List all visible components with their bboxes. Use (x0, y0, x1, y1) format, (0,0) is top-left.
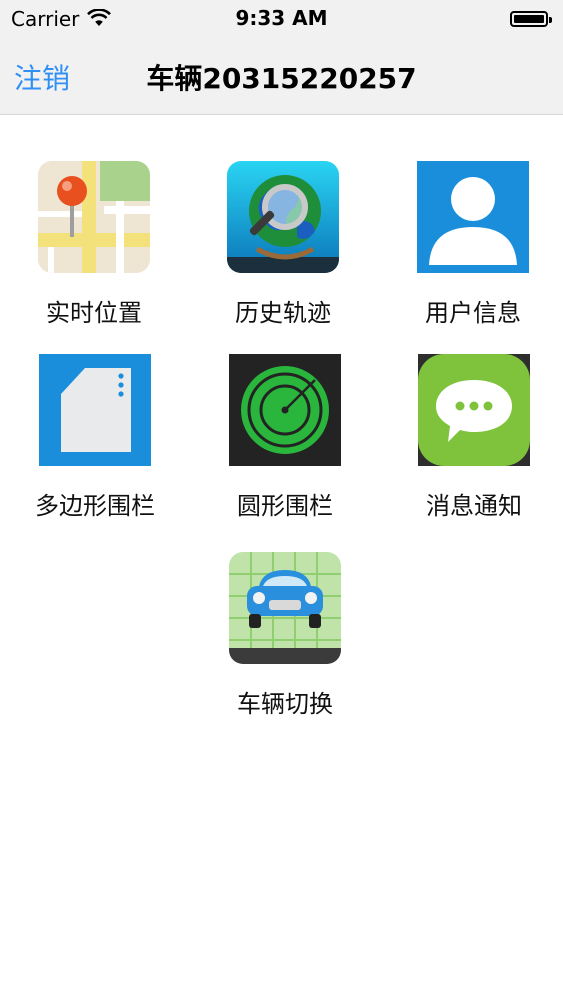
map-pin-icon (38, 161, 150, 273)
menu-item-circle-fence[interactable]: 圆形围栏 (190, 354, 380, 521)
menu-item-realtime-location[interactable]: 实时位置 (0, 161, 189, 328)
menu-item-label: 用户信息 (425, 299, 521, 327)
globe-magnifier-icon (227, 161, 339, 273)
polygon-document-icon (39, 354, 151, 466)
menu-item-label: 实时位置 (46, 299, 142, 327)
user-icon (417, 161, 529, 273)
message-bubble-icon (418, 354, 530, 466)
menu-item-label: 圆形围栏 (237, 492, 333, 520)
radar-icon (229, 354, 341, 466)
menu-item-history-track[interactable]: 历史轨迹 (188, 161, 378, 328)
menu-item-label: 车辆切换 (237, 690, 333, 718)
menu-item-user-info[interactable]: 用户信息 (378, 161, 563, 328)
menu-grid: 实时位置 历史轨迹 用户信息 多边形围栏 圆形围栏 消息通知 车辆切换 (0, 0, 563, 1000)
menu-item-message-notice[interactable]: 消息通知 (379, 354, 563, 521)
menu-item-switch-vehicle[interactable]: 车辆切换 (190, 552, 380, 719)
menu-item-label: 历史轨迹 (235, 299, 331, 327)
menu-item-label: 多边形围栏 (35, 492, 155, 520)
car-icon (229, 552, 341, 664)
menu-item-polygon-fence[interactable]: 多边形围栏 (0, 354, 190, 521)
menu-item-label: 消息通知 (426, 492, 522, 520)
